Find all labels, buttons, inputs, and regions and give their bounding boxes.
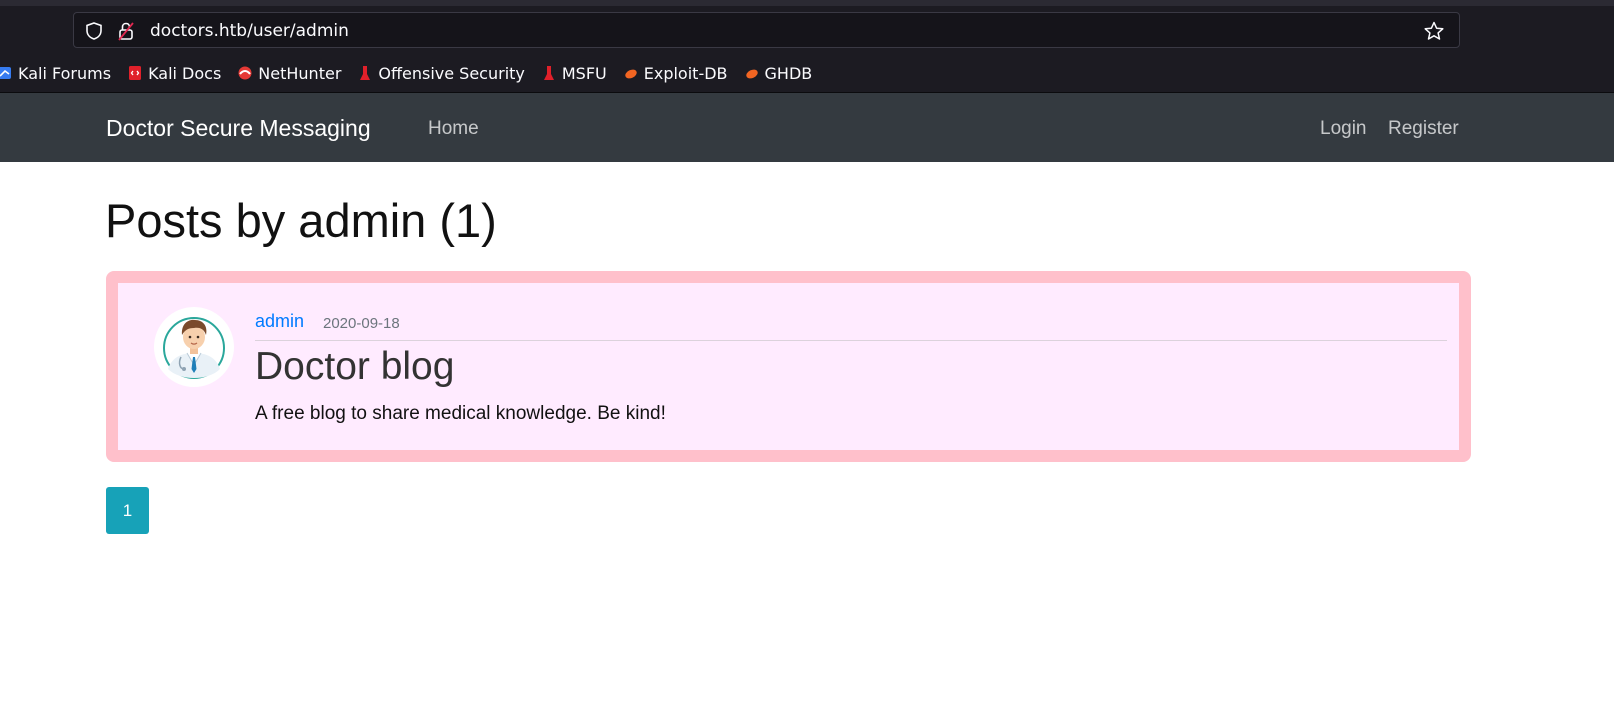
post-card: admin 2020-09-18 Doctor blog A free blog… (106, 271, 1471, 462)
pagination-page-1[interactable]: 1 (106, 487, 149, 534)
doctor-avatar-icon (163, 317, 225, 379)
browser-chrome: doctors.htb/user/admin Kali Forums Kali … (0, 0, 1614, 93)
bookmarks-toolbar: Kali Forums Kali Docs NetHunter Offensiv… (0, 58, 828, 88)
bookmark-label: Kali Docs (148, 63, 222, 83)
shield-icon[interactable] (84, 21, 104, 41)
address-bar[interactable]: doctors.htb/user/admin (73, 12, 1460, 48)
msfu-icon (541, 65, 557, 81)
bookmark-kali-docs[interactable]: Kali Docs (127, 64, 221, 83)
offsec-icon (357, 65, 373, 81)
bookmark-label: MSFU (561, 63, 607, 83)
insecure-lock-icon[interactable] (116, 20, 136, 42)
avatar (154, 307, 234, 387)
bookmark-exploit-db[interactable]: Exploit-DB (623, 64, 728, 83)
ghdb-icon (744, 65, 760, 81)
bookmark-offensive-security[interactable]: Offensive Security (357, 63, 525, 83)
kali-forums-icon (0, 65, 13, 81)
nav-register-link[interactable]: Register (1388, 118, 1459, 140)
bookmark-label: Exploit-DB (643, 63, 728, 83)
bookmark-label: Kali Forums (18, 63, 112, 83)
brand-link[interactable]: Doctor Secure Messaging (106, 115, 371, 142)
page-title: Posts by admin (1) (105, 194, 497, 247)
bookmark-label: Offensive Security (378, 63, 525, 83)
bookmark-msfu[interactable]: MSFU (541, 64, 607, 83)
tab-strip-edge (0, 0, 1614, 6)
site-navbar: Doctor Secure Messaging Home Login Regis… (0, 93, 1614, 162)
post-date: 2020-09-18 (323, 315, 400, 332)
bookmark-label: GHDB (764, 63, 813, 83)
bookmark-star-icon[interactable] (1423, 20, 1445, 42)
post-title-link[interactable]: Doctor blog (255, 345, 454, 389)
exploit-db-icon (623, 65, 639, 81)
post-author-link[interactable]: admin (255, 311, 304, 332)
url-text[interactable]: doctors.htb/user/admin (150, 21, 349, 41)
nethunter-icon (237, 65, 253, 81)
nav-login-link[interactable]: Login (1320, 118, 1367, 140)
post-content: A free blog to share medical knowledge. … (255, 403, 666, 424)
bookmark-ghdb[interactable]: GHDB (744, 63, 813, 83)
post-metadata: admin 2020-09-18 (255, 311, 1447, 341)
bookmark-kali-forums[interactable]: Kali Forums (0, 64, 111, 83)
bookmark-label: NetHunter (258, 63, 342, 83)
nav-home-link[interactable]: Home (428, 118, 479, 140)
bookmark-nethunter[interactable]: NetHunter (237, 64, 341, 83)
kali-docs-icon (127, 65, 143, 81)
